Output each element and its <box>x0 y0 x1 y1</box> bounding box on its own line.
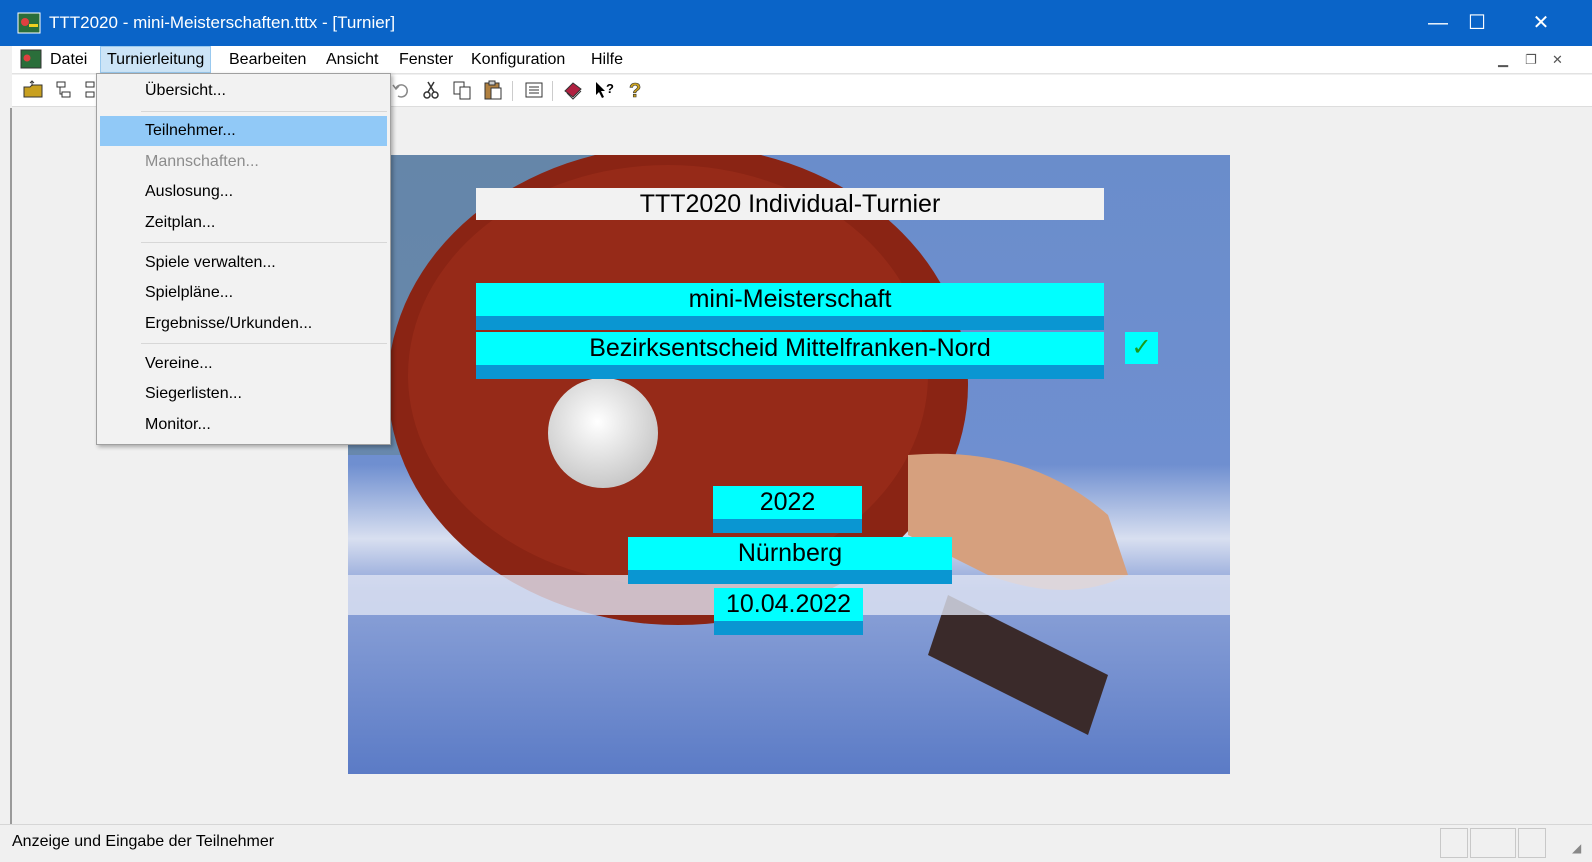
field-underline <box>713 519 862 533</box>
svg-text:?: ? <box>629 80 641 101</box>
menu-item-spiele-verwalten[interactable]: Spiele verwalten... <box>100 248 387 278</box>
context-help-icon[interactable]: ? <box>593 79 615 101</box>
field-underline <box>714 621 863 635</box>
menu-ansicht[interactable]: Ansicht <box>320 46 384 73</box>
tournament-panel: TTT2020 Individual-Turnier mini-Meisters… <box>348 155 1230 774</box>
menu-turnierleitung[interactable]: Turnierleitung <box>100 46 212 73</box>
tournament-level-field: Bezirksentscheid Mittelfranken-Nord <box>476 332 1104 379</box>
menu-separator <box>141 242 387 243</box>
app-icon <box>17 12 41 34</box>
tournament-name: mini-Meisterschaft <box>688 285 892 313</box>
title-bar: TTT2020 - mini-Meisterschaften.tttx - [T… <box>0 0 1592 46</box>
open-folder-icon[interactable] <box>22 79 44 101</box>
status-text: Anzeige und Eingabe der Teilnehmer <box>12 833 275 850</box>
tournament-title: TTT2020 Individual-Turnier <box>476 188 1104 220</box>
tournament-date: 10.04.2022 <box>725 590 852 618</box>
turnierleitung-dropdown-menu: Übersicht... Teilnehmer... Mannschaften.… <box>96 73 391 445</box>
check-icon: ✓ <box>1125 332 1158 364</box>
list-icon[interactable] <box>523 79 545 101</box>
maximize-button[interactable]: ☐ <box>1445 0 1509 46</box>
menu-item-vereine[interactable]: Vereine... <box>100 349 387 379</box>
status-pane <box>1440 828 1468 858</box>
status-bar: Anzeige und Eingabe der Teilnehmer ◢ <box>0 824 1592 862</box>
paste-icon[interactable] <box>482 79 504 101</box>
year-field: 2022 <box>713 486 862 533</box>
tournament-city: Nürnberg <box>737 539 843 567</box>
undo-icon[interactable] <box>390 79 412 101</box>
mdi-close-icon[interactable]: ✕ <box>1552 52 1563 68</box>
menu-item-uebersicht[interactable]: Übersicht... <box>100 76 387 106</box>
svg-text:?: ? <box>606 81 614 96</box>
menu-item-zeitplan[interactable]: Zeitplan... <box>100 208 387 238</box>
menu-item-monitor[interactable]: Monitor... <box>100 410 387 440</box>
toolbar-separator <box>552 81 553 101</box>
resize-grip-icon[interactable]: ◢ <box>1572 841 1581 855</box>
menu-item-auslosung[interactable]: Auslosung... <box>100 177 387 207</box>
menu-separator <box>141 343 387 344</box>
close-button[interactable]: ✕ <box>1509 0 1573 46</box>
table-tennis-background-image <box>348 155 1230 774</box>
date-field: 10.04.2022 <box>714 588 863 635</box>
city-field: Nürnberg <box>628 537 952 584</box>
menu-bar: Datei Turnierleitung Bearbeiten Ansicht … <box>12 46 1592 74</box>
tournament-name-field: mini-Meisterschaft <box>476 283 1104 330</box>
menu-bearbeiten[interactable]: Bearbeiten <box>223 46 312 73</box>
field-underline <box>476 316 1104 330</box>
tournament-year: 2022 <box>759 488 816 516</box>
menu-hilfe[interactable]: Hilfe <box>585 46 629 73</box>
field-underline <box>476 365 1104 379</box>
window-title: TTT2020 - mini-Meisterschaften.tttx - [T… <box>49 13 396 32</box>
mdi-minimize-icon[interactable]: ▁ <box>1498 52 1508 68</box>
mdi-restore-icon[interactable]: ❐ <box>1525 52 1537 68</box>
menu-item-ergebnisse-urkunden[interactable]: Ergebnisse/Urkunden... <box>100 309 387 339</box>
tournament-level: Bezirksentscheid Mittelfranken-Nord <box>589 334 991 362</box>
status-pane <box>1518 828 1546 858</box>
book-icon[interactable] <box>562 79 584 101</box>
document-icon[interactable] <box>20 49 42 69</box>
menu-item-mannschaften: Mannschaften... <box>145 153 259 170</box>
menu-datei[interactable]: Datei <box>44 46 93 73</box>
menu-item-teilnehmer[interactable]: Teilnehmer... <box>100 116 387 146</box>
menu-item-siegerlisten[interactable]: Siegerlisten... <box>100 379 387 409</box>
status-pane <box>1470 828 1516 858</box>
tree-icon[interactable] <box>54 79 76 101</box>
menu-fenster[interactable]: Fenster <box>393 46 459 73</box>
menu-konfiguration[interactable]: Konfiguration <box>465 46 571 73</box>
cut-icon[interactable] <box>420 79 442 101</box>
menu-separator <box>141 111 387 112</box>
help-icon[interactable]: ? <box>624 79 646 101</box>
field-underline <box>628 570 952 584</box>
copy-icon[interactable] <box>451 79 473 101</box>
toolbar-separator <box>512 81 513 101</box>
menu-item-spielplaene[interactable]: Spielpläne... <box>100 278 387 308</box>
